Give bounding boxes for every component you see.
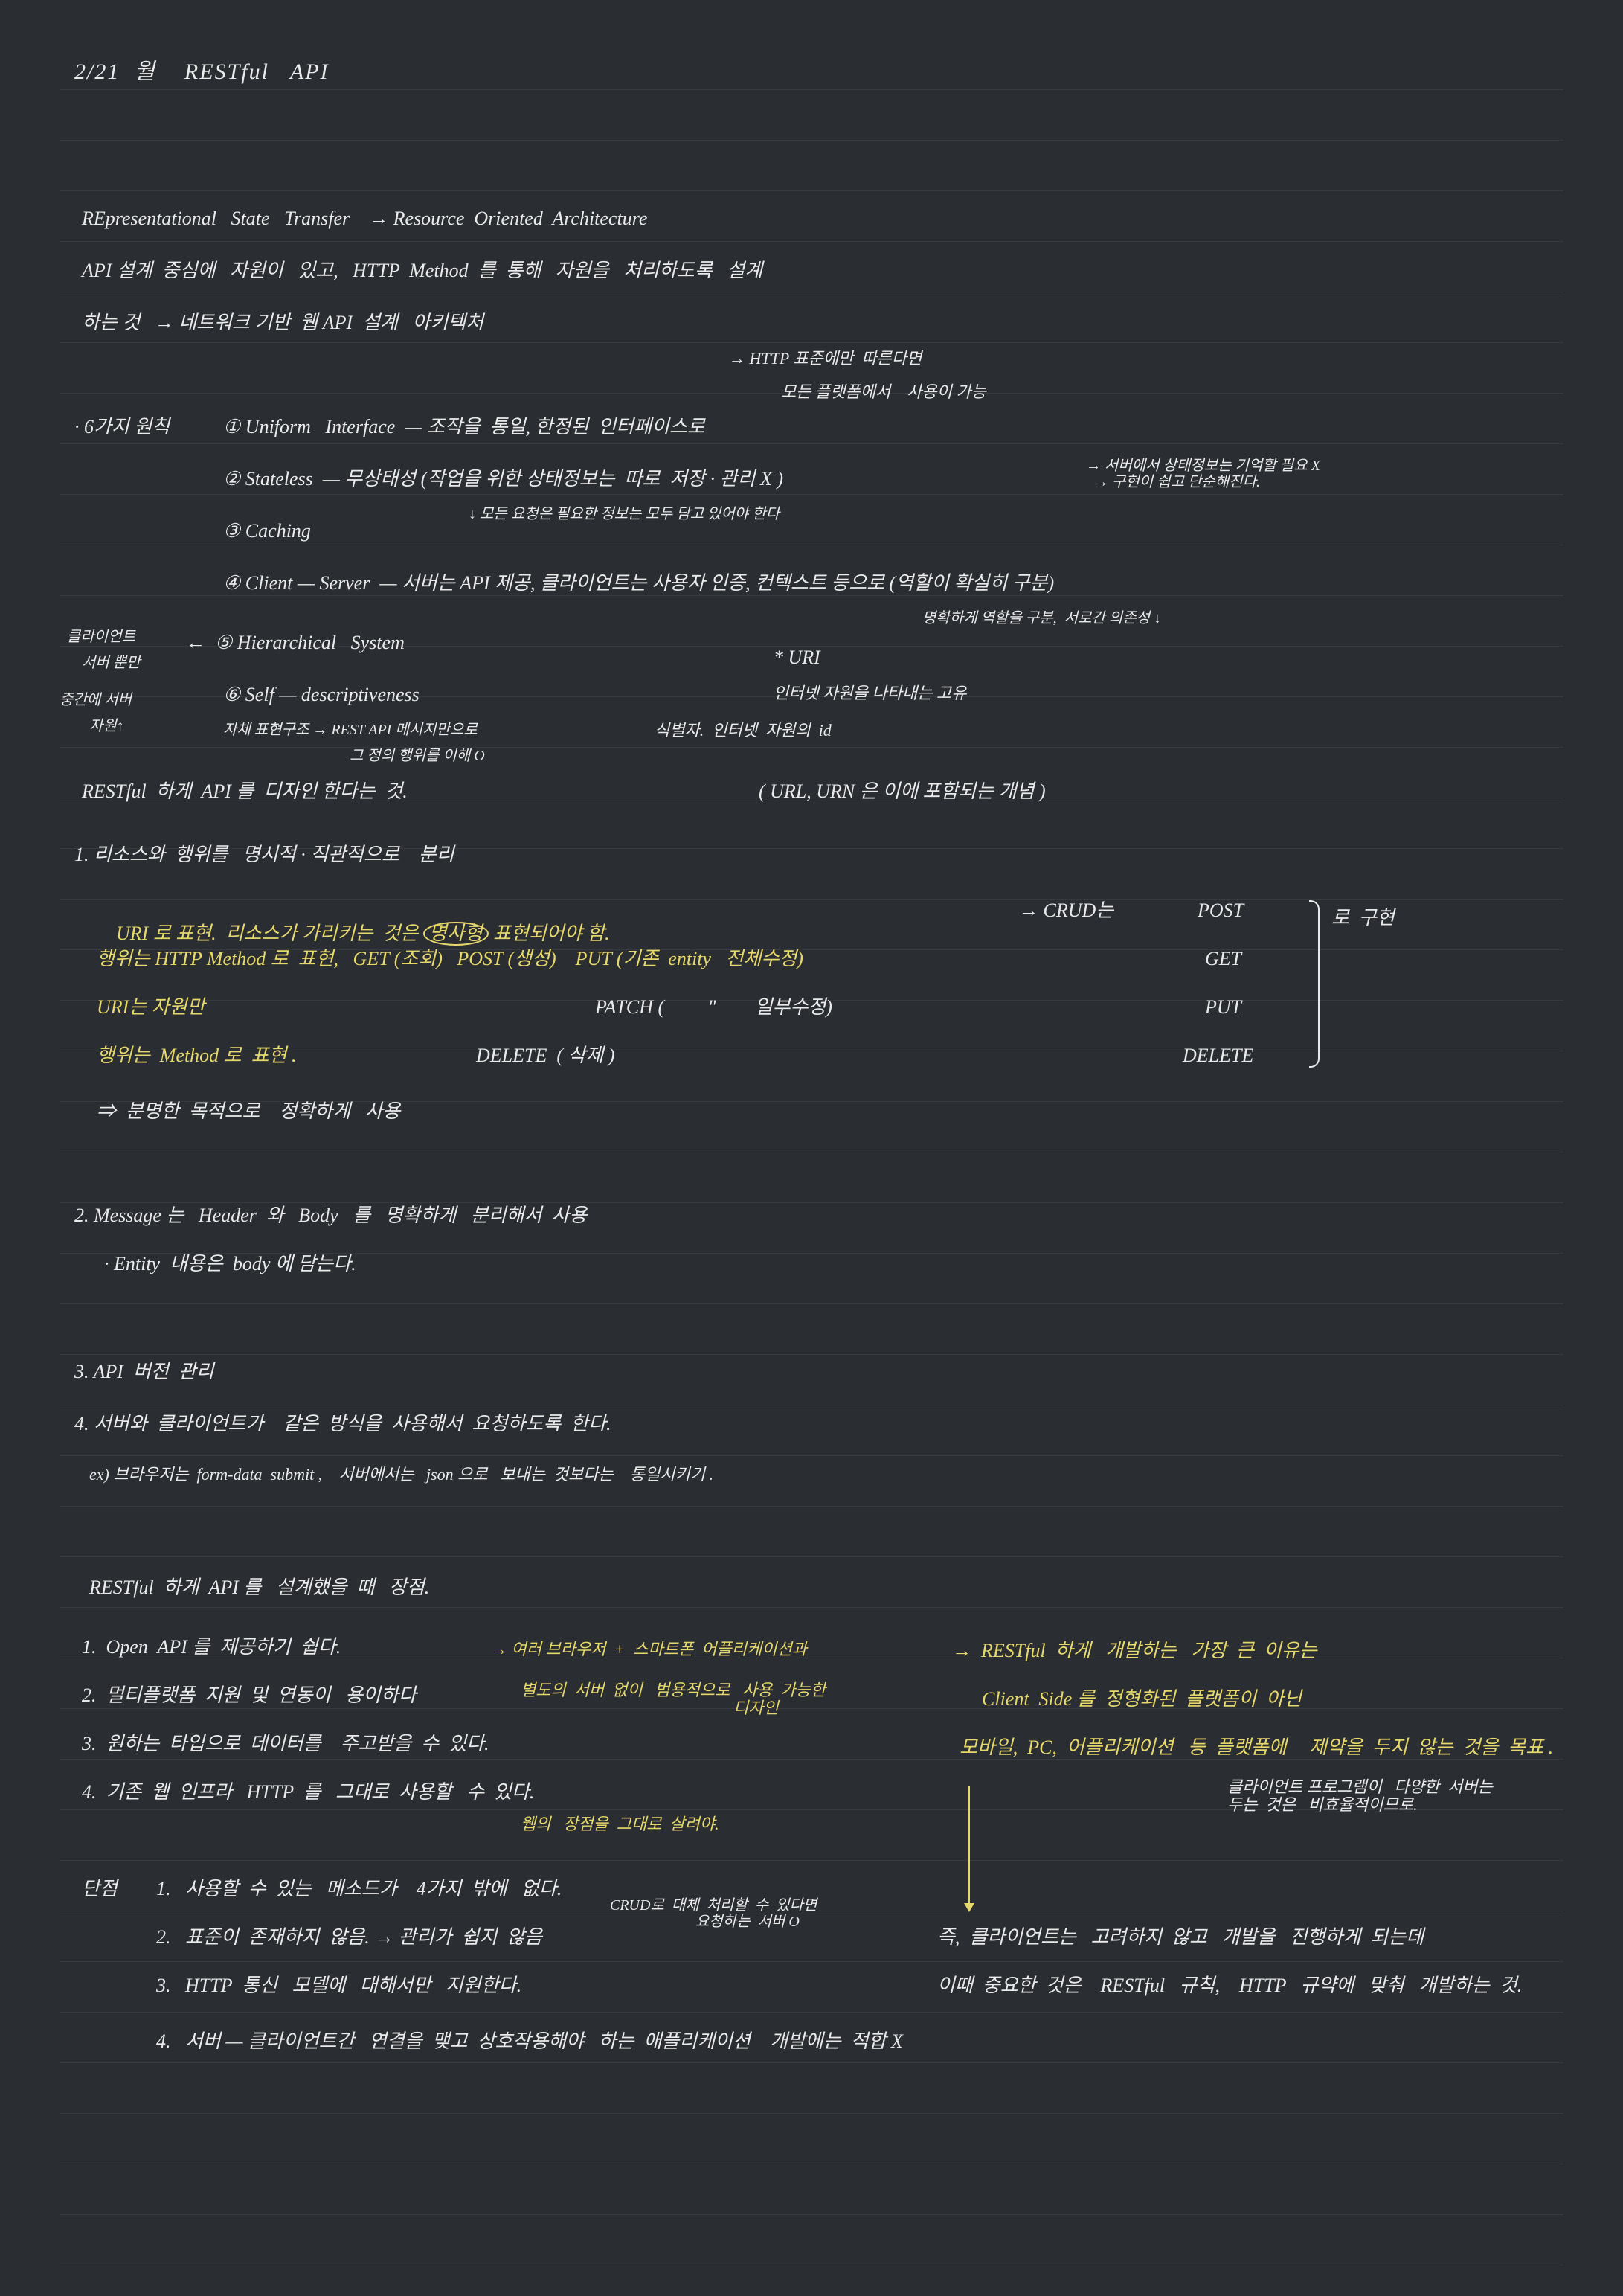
crud-end: 로 구현	[1331, 908, 1395, 929]
right-note-1: → RESTful 하게 개발하는 가장 큰 이유는	[952, 1641, 1317, 1662]
uri-sub2: 식별자. 인터넷 자원의 id	[655, 722, 832, 740]
principle-2-note: → 서버에서 상태정보는 기억할 필요 X → 구현이 쉽고 단순해진다.	[1086, 458, 1320, 490]
principle-6-left1: 중간에 서버	[60, 692, 132, 708]
principle-4-sub: 명확하게 역할을 구분, 서로간 의존성 ↓	[922, 610, 1161, 626]
crud-brace	[1309, 900, 1320, 1068]
section-1-line-4: 행위는 Method 로 표현 .	[97, 1045, 296, 1067]
disadvantage-2: 2. 표준이 존재하지 않음. → 관리가 쉽지 않음	[156, 1927, 542, 1949]
section-1-line-3: URI는 자원만	[97, 997, 205, 1019]
principle-6-sub2: 그 정의 행위를 이해 O	[350, 748, 485, 764]
principle-6-sub1: 자체 표현구조 → REST API 메시지만으로	[223, 722, 478, 738]
right-note-4: 클라이언트 프로그램이 다양한 서버는 두는 것은 비효율적이므로.	[1227, 1778, 1493, 1814]
section-2-heading: 2. Message 는 Header 와 Body 를 명확하게 분리해서 사…	[74, 1205, 587, 1227]
six-principles-label: · 6가지 원칙	[74, 417, 170, 438]
url-urn-note: ( URL, URN 은 이에 포함되는 개념 )	[759, 781, 1046, 803]
down-arrow-icon	[968, 1786, 970, 1905]
disadvantage-4: 4. 서버 — 클라이언트간 연결을 맺고 상호작용해야 하는 애플리케이션 개…	[156, 2031, 903, 2053]
crud-label: → CRUD는	[1019, 900, 1113, 922]
section-1-heading: 1. 리소스와 행위를 명시적 · 직관적으로 분리	[74, 844, 454, 866]
crud-put: PUT	[1205, 997, 1241, 1019]
notebook-page: 2/21 월 RESTful API REpresentational Stat…	[60, 45, 1563, 2251]
http-note-2: 모든 플랫폼에서 사용이 가능	[781, 383, 986, 401]
section-1-line-2: 행위는 HTTP Method 로 표현, GET (조회) POST (생성)…	[97, 949, 803, 970]
principle-1: ① Uniform Interface — 조작을 통일, 한정된 인터페이스로	[223, 417, 705, 438]
principle-5-left1: 클라이언트	[67, 629, 135, 645]
section-1-patch: PATCH ( " 일부수정)	[595, 997, 832, 1019]
disadvantages-heading: 단점	[82, 1879, 118, 1900]
advantage-2-note-2: 별도의 서버 없이 범용적으로 사용 가능한 디자인	[521, 1681, 826, 1717]
advantage-3: 3. 원하는 타입으로 데이터를 주고받을 수 있다.	[82, 1734, 489, 1755]
section-1-delete: DELETE ( 삭제 )	[476, 1045, 615, 1067]
restful-design-line: RESTful 하게 API 를 디자인 한다는 것.	[82, 781, 408, 803]
principle-2: ② Stateless — 무상태성 (작업을 위한 상태정보는 따로 저장 ·…	[223, 469, 783, 490]
principle-5: ← ⑤ Hierarchical System	[186, 632, 405, 654]
crud-get: GET	[1205, 949, 1241, 970]
section-4-example: ex) 브라우저는 form-data submit , 서버에서는 json …	[89, 1466, 713, 1484]
right-note-6: 이때 중요한 것은 RESTful 규칙, HTTP 규약에 맞춰 개발하는 것…	[937, 1975, 1522, 1997]
principle-5-left2: 서버 뿐만	[82, 655, 141, 671]
section-2-line-1: · Entity 내용은 body 에 담는다.	[104, 1254, 356, 1275]
principle-6: ⑥ Self — descriptiveness	[223, 684, 420, 706]
section-1-arrow: ⇒ 분명한 목적으로 정확하게 사용	[97, 1101, 400, 1123]
disadvantage-3: 3. HTTP 통신 모델에 대해서만 지원한다.	[156, 1975, 521, 1997]
principle-3: ③ Caching	[223, 521, 311, 542]
right-note-3b: 제약을 두지 않는 것을 목표 .	[1309, 1737, 1553, 1759]
section-4-heading: 4. 서버와 클라이언트가 같은 방식을 사용해서 요청하도록 한다.	[74, 1414, 611, 1435]
http-note-1: → HTTP 표준에만 따른다면	[729, 350, 922, 368]
right-note-3: 모바일, PC, 어플리케이션 등 플랫폼에	[960, 1737, 1287, 1759]
advantage-2: 2. 멀티플랫폼 지원 및 연동이 용이하다	[82, 1685, 417, 1707]
uri-label: * URI	[774, 647, 820, 669]
circled-noun: 명사형	[423, 922, 489, 946]
principle-4: ④ Client — Server — 서버는 API 제공, 클라이언트는 사…	[223, 573, 1054, 594]
right-note-5: 즉, 클라이언트는 고려하지 않고 개발을 진행하게 되는데	[937, 1927, 1424, 1949]
advantage-2-note-arrow: → 여러 브라우저 + 스마트폰 어플리케이션과	[491, 1641, 807, 1658]
principle-2-sub: ↓ 모든 요청은 필요한 정보는 모두 담고 있어야 한다	[469, 506, 780, 522]
crud-delete: DELETE	[1183, 1045, 1253, 1067]
page-title: 2/21 월 RESTful API	[74, 60, 330, 84]
disadvantage-1-note: CRUD로 대체 처리할 수 있다면 요청하는 서버 O	[610, 1897, 817, 1930]
principle-6-left2: 자원↑	[89, 718, 124, 734]
advantage-4-note: 웹의 장점을 그대로 살려야.	[521, 1815, 719, 1833]
right-note-2: Client Side 를 정형화된 플랫폼이 아닌	[982, 1689, 1302, 1710]
uri-sub1: 인터넷 자원을 나타내는 고유	[774, 684, 966, 702]
advantage-4: 4. 기존 웹 인프라 HTTP 를 그대로 사용할 수 있다.	[82, 1782, 534, 1803]
definition-line-2: API 설계 중심에 자원이 있고, HTTP Method 를 통해 자원을 …	[82, 260, 762, 282]
crud-post: POST	[1198, 900, 1244, 922]
section-3-heading: 3. API 버전 관리	[74, 1362, 214, 1383]
advantages-heading: RESTful 하게 API 를 설계했을 때 장점.	[89, 1577, 429, 1599]
definition-line-1: REpresentational State Transfer → Resour…	[82, 208, 647, 230]
disadvantage-1: 1. 사용할 수 있는 메소드가 4가지 밖에 없다.	[156, 1879, 562, 1900]
definition-line-3: 하는 것 → 네트워크 기반 웹 API 설계 아키텍처	[82, 312, 483, 334]
advantage-1: 1. Open API 를 제공하기 쉽다.	[82, 1637, 341, 1658]
